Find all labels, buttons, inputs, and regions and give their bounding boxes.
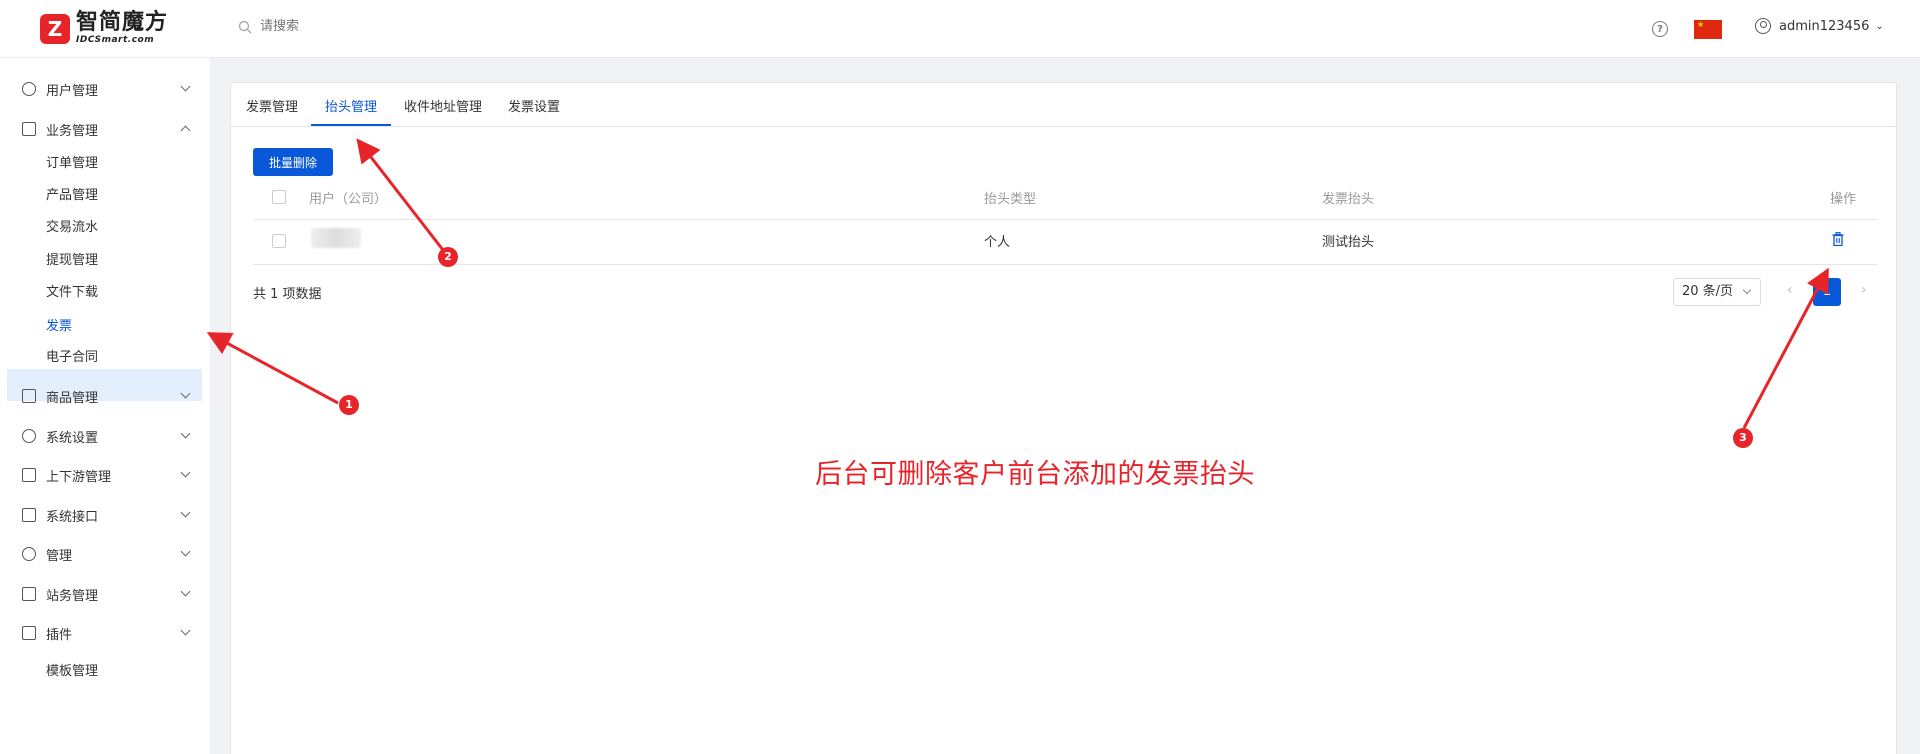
arrow-2 <box>356 138 445 251</box>
marker-3: 3 <box>1733 428 1753 448</box>
annotation-arrows <box>206 138 1829 429</box>
marker-2: 2 <box>438 247 458 267</box>
marker-1: 1 <box>339 395 359 415</box>
arrow-3 <box>1742 267 1829 429</box>
arrow-1 <box>206 332 339 405</box>
